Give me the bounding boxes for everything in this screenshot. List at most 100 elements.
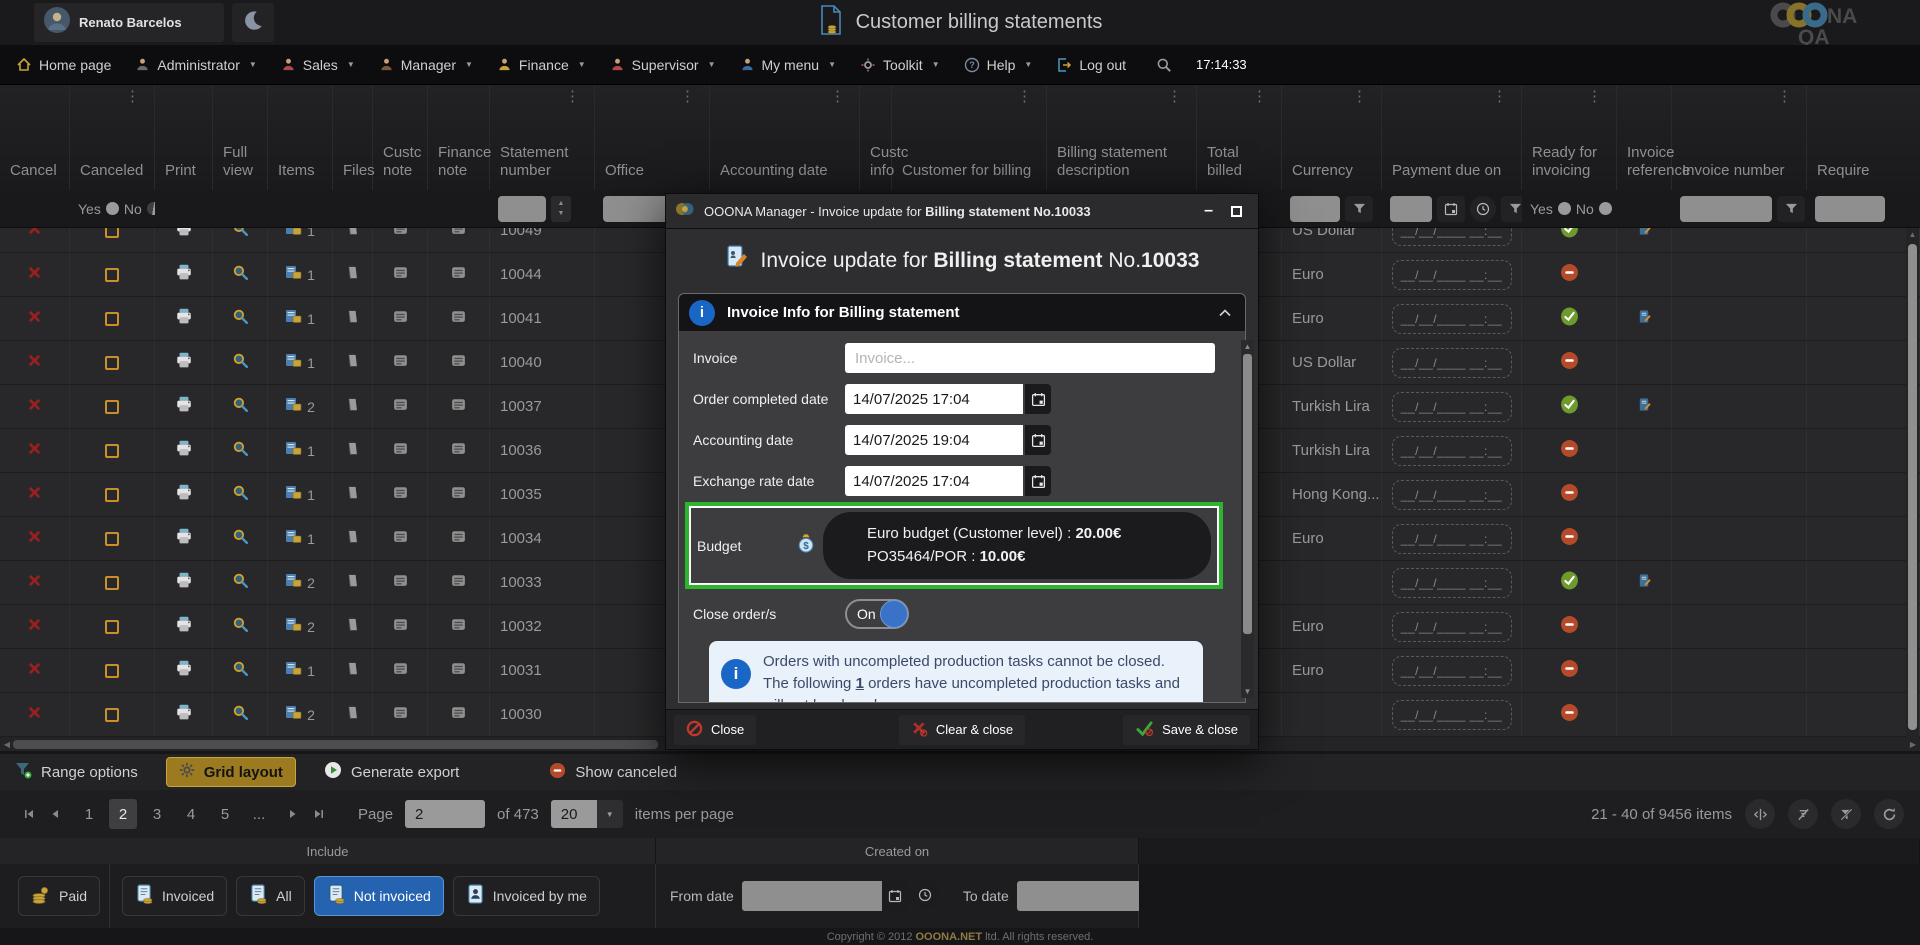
last-page-icon[interactable] <box>306 801 332 827</box>
finance-note-icon[interactable] <box>450 264 467 286</box>
payment-due-input[interactable]: __/__/____ __:__ <box>1392 524 1512 554</box>
finance-note-icon[interactable] <box>450 660 467 682</box>
filter-no-radio[interactable] <box>147 202 155 215</box>
menu-item-administrator[interactable]: Administrator▼ <box>135 57 256 73</box>
column-header-total-billed[interactable]: Total billed⋮ <box>1197 85 1282 190</box>
finance-note-icon[interactable] <box>450 572 467 594</box>
clock-icon[interactable] <box>1470 196 1496 222</box>
column-header-invoice-reference[interactable]: Invoice reference <box>1617 85 1672 190</box>
user-menu[interactable]: Renato Barcelos <box>34 3 224 42</box>
payment-due-input[interactable]: __/__/____ __:__ <box>1392 480 1512 510</box>
column-header-accounting-date[interactable]: Accounting date⋮ <box>710 85 860 190</box>
items-folder-icon[interactable] <box>285 228 303 241</box>
menu-item-finance[interactable]: Finance▼ <box>497 57 586 73</box>
calendar-icon[interactable] <box>882 881 908 911</box>
items-folder-icon[interactable] <box>285 308 303 329</box>
print-icon[interactable] <box>175 395 193 418</box>
first-page-icon[interactable] <box>16 801 42 827</box>
payment-due-input[interactable]: __/__/____ __:__ <box>1392 700 1512 730</box>
save-and-close-button[interactable]: Save & close <box>1123 715 1250 745</box>
items-folder-icon[interactable] <box>285 352 303 373</box>
chevron-up-icon[interactable] <box>1219 304 1235 321</box>
print-icon[interactable] <box>175 659 193 682</box>
invoice-input[interactable]: Invoice... <box>845 343 1215 373</box>
column-header-office[interactable]: Office⋮ <box>595 85 710 190</box>
row-checkbox[interactable] <box>105 356 119 370</box>
from-date-input[interactable] <box>742 881 882 911</box>
calendar-icon[interactable] <box>1025 466 1051 496</box>
refresh-button[interactable] <box>1874 799 1904 829</box>
all-filter-button[interactable]: All <box>236 876 305 916</box>
customer-note-icon[interactable] <box>392 440 409 462</box>
column-header-custc-note[interactable]: Custc note <box>373 85 428 190</box>
column-header-files[interactable]: Files <box>333 85 373 190</box>
cancel-icon[interactable] <box>27 573 42 593</box>
files-icon[interactable] <box>346 573 360 593</box>
menu-item-help[interactable]: ?Help▼ <box>964 57 1033 73</box>
column-menu-icon[interactable]: ⋮ <box>125 88 140 106</box>
vertical-scrollbar[interactable]: ▲ <box>1906 228 1919 738</box>
print-icon[interactable] <box>175 527 193 550</box>
cancel-icon[interactable] <box>27 485 42 505</box>
full-view-icon[interactable] <box>232 528 249 550</box>
customer-note-icon[interactable] <box>392 308 409 330</box>
column-header-billing-statement-description[interactable]: Billing statement description⋮ <box>1047 85 1197 190</box>
not-invoiced-filter-button[interactable]: Not invoiced <box>314 876 444 916</box>
items-folder-icon[interactable] <box>285 704 303 725</box>
column-header-currency[interactable]: Currency⋮ <box>1282 85 1382 190</box>
dialog-title-bar[interactable]: OOONA Manager - Invoice update for Billi… <box>666 194 1258 229</box>
customer-note-icon[interactable] <box>392 484 409 506</box>
clear-filter-button[interactable] <box>1831 799 1861 829</box>
column-menu-icon[interactable]: ⋮ <box>1252 88 1267 106</box>
calendar-icon[interactable] <box>1025 425 1051 455</box>
files-icon[interactable] <box>346 228 360 241</box>
column-header-full-view[interactable]: Full view <box>213 85 268 190</box>
menu-item-supervisor[interactable]: Supervisor▼ <box>610 57 716 73</box>
grid-layout-button[interactable]: Grid layout <box>166 757 296 787</box>
finance-note-icon[interactable] <box>450 396 467 418</box>
payment-due-input[interactable]: __/__/____ __:__ <box>1392 612 1512 642</box>
column-header-statement-number[interactable]: Statement number⋮ <box>490 85 595 190</box>
row-checkbox[interactable] <box>105 620 119 634</box>
cancel-icon[interactable] <box>27 441 42 461</box>
invoice-reference-icon[interactable] <box>1637 573 1652 593</box>
funnel-icon[interactable] <box>1345 196 1373 222</box>
full-view-icon[interactable] <box>232 440 249 462</box>
filter-yes-radio[interactable] <box>106 202 119 215</box>
page-number-5[interactable]: 5 <box>211 799 239 829</box>
items-folder-icon[interactable] <box>285 264 303 285</box>
full-view-icon[interactable] <box>232 308 249 330</box>
currency-filter-input[interactable] <box>1290 196 1340 222</box>
files-icon[interactable] <box>346 661 360 681</box>
finance-note-icon[interactable] <box>450 704 467 726</box>
page-number-1[interactable]: 1 <box>75 799 103 829</box>
print-icon[interactable] <box>175 351 193 374</box>
print-icon[interactable] <box>175 483 193 506</box>
payment-due-input[interactable]: __/__/____ __:__ <box>1392 304 1512 334</box>
payment-due-input[interactable]: __/__/____ __:__ <box>1392 436 1512 466</box>
menu-item-sales[interactable]: Sales▼ <box>281 57 355 73</box>
payment-due-input[interactable]: __/__/____ __:__ <box>1392 392 1512 422</box>
print-icon[interactable] <box>175 703 193 726</box>
search-icon[interactable] <box>1156 57 1172 73</box>
column-menu-icon[interactable]: ⋮ <box>1492 88 1507 106</box>
invoice-number-filter-input[interactable] <box>1680 196 1772 222</box>
row-checkbox[interactable] <box>105 228 119 238</box>
column-menu-icon[interactable]: ⋮ <box>1017 88 1032 106</box>
cancel-icon[interactable] <box>27 265 42 285</box>
row-checkbox[interactable] <box>105 576 119 590</box>
payment-due-input[interactable]: __/__/____ __:__ <box>1392 348 1512 378</box>
scroll-up-icon[interactable]: ▲ <box>1906 228 1919 242</box>
dark-mode-toggle[interactable] <box>232 3 274 42</box>
print-icon[interactable] <box>175 307 193 330</box>
vertical-scroll-thumb[interactable] <box>1908 244 1917 730</box>
column-header-finance-note[interactable]: Finance note <box>428 85 490 190</box>
column-menu-icon[interactable]: ⋮ <box>680 88 695 106</box>
files-icon[interactable] <box>346 353 360 373</box>
column-header-canceled[interactable]: Canceled⋮ <box>70 85 155 190</box>
finance-note-icon[interactable] <box>450 484 467 506</box>
column-header-print[interactable]: Print <box>155 85 213 190</box>
invoice-reference-icon[interactable] <box>1637 397 1652 417</box>
full-view-icon[interactable] <box>232 704 249 726</box>
cancel-icon[interactable] <box>27 353 42 373</box>
